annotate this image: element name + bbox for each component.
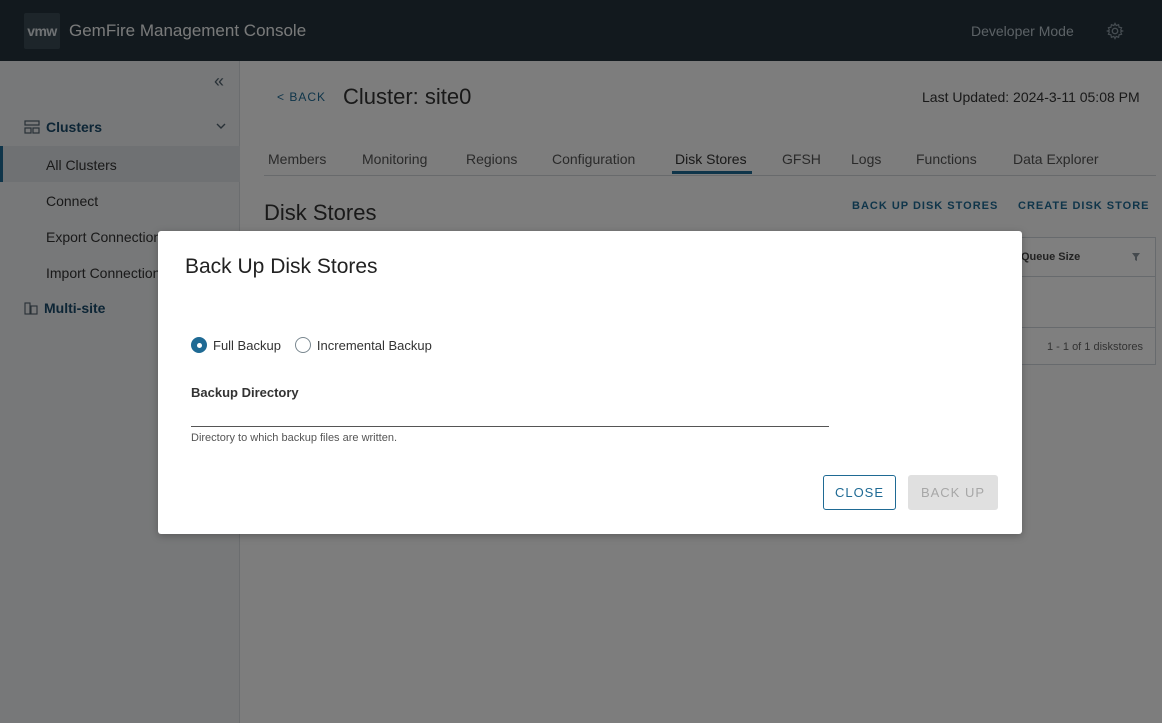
backup-type-group: Full Backup Incremental Backup <box>191 337 446 353</box>
backup-directory-label: Backup Directory <box>191 385 299 400</box>
back-up-button[interactable]: BACK UP <box>908 475 998 510</box>
incremental-backup-label[interactable]: Incremental Backup <box>317 338 432 353</box>
backup-disk-stores-dialog: Back Up Disk Stores Full Backup Incremen… <box>158 231 1022 534</box>
full-backup-radio[interactable] <box>191 337 207 353</box>
backup-directory-input[interactable] <box>191 406 829 427</box>
close-button[interactable]: CLOSE <box>823 475 896 510</box>
full-backup-label[interactable]: Full Backup <box>213 338 281 353</box>
backup-directory-help: Directory to which backup files are writ… <box>191 432 398 444</box>
dialog-title: Back Up Disk Stores <box>185 255 378 278</box>
incremental-backup-radio[interactable] <box>294 337 311 353</box>
